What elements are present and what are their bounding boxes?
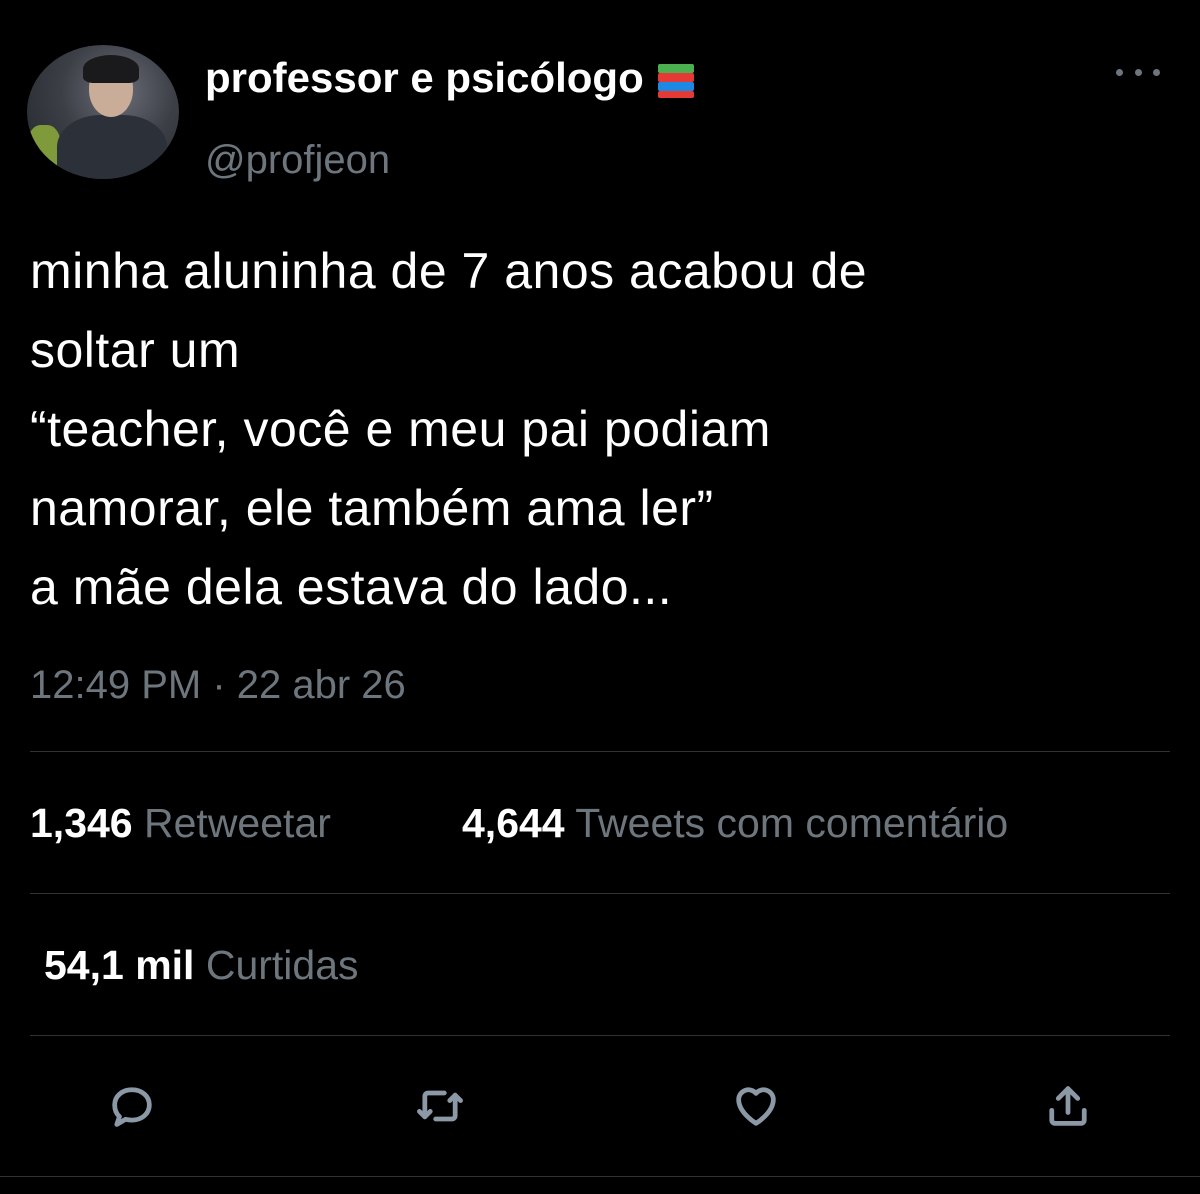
- quotes-count: 4,644: [462, 800, 565, 846]
- more-options-icon[interactable]: [1116, 60, 1160, 84]
- quotes-label: Tweets com comentário: [575, 800, 1009, 846]
- share-button[interactable]: [1040, 1078, 1096, 1134]
- likes-stats[interactable]: 54,1 mil Curtidas: [44, 942, 359, 989]
- books-emoji-icon: [657, 63, 694, 98]
- avatar-body: [57, 115, 167, 179]
- retweet-stats[interactable]: 1,346 Retweetar: [30, 800, 331, 847]
- like-button[interactable]: [728, 1078, 784, 1134]
- likes-label: Curtidas: [205, 942, 359, 988]
- tweet-timestamp[interactable]: 12:49 PM · 22 abr 26: [30, 663, 406, 708]
- divider: [30, 751, 1170, 752]
- retweet-button[interactable]: [412, 1078, 468, 1134]
- share-icon: [1049, 1086, 1087, 1126]
- heart-icon: [736, 1087, 776, 1126]
- retweets-count: 1,346: [30, 800, 133, 846]
- avatar-hair: [83, 55, 139, 83]
- quote-stats[interactable]: 4,644 Tweets com comentário: [462, 800, 1008, 847]
- avatar-plant: [27, 125, 61, 175]
- divider: [30, 893, 1170, 894]
- reply-button[interactable]: [104, 1078, 160, 1134]
- avatar[interactable]: [27, 45, 179, 179]
- divider: [30, 1035, 1170, 1036]
- reply-icon: [112, 1087, 152, 1127]
- divider: [0, 1176, 1200, 1177]
- user-handle[interactable]: @profjeon: [205, 138, 390, 183]
- likes-count: 54,1 mil: [44, 942, 195, 988]
- display-name-text: professor e psicólogo: [205, 54, 644, 101]
- retweet-icon: [417, 1090, 463, 1122]
- retweets-label: Retweetar: [144, 800, 331, 846]
- display-name[interactable]: professor e psicólogo: [205, 54, 694, 102]
- tweet-text: minha aluninha de 7 anos acabou de solta…: [30, 243, 868, 615]
